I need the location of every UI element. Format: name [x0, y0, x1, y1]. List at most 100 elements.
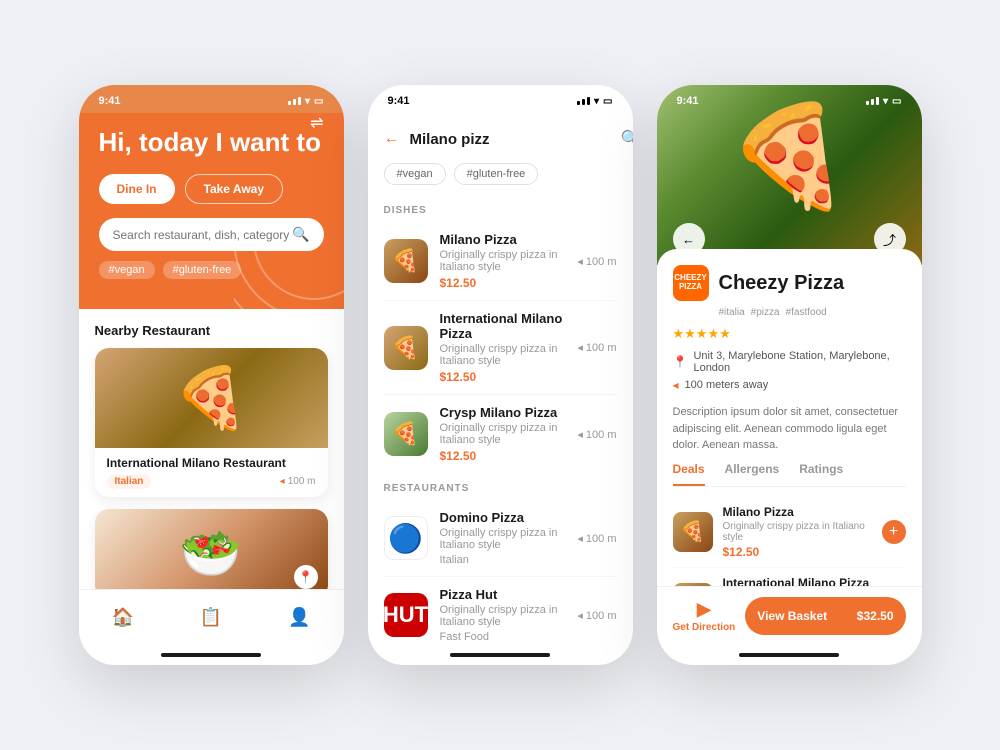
restaurants-header: RESTAURANTS	[368, 473, 633, 500]
nav-home[interactable]: 🏠	[111, 607, 133, 628]
status-icons-1: ▾ ▭	[288, 96, 323, 107]
wifi-icon: ▾	[305, 96, 310, 107]
list-item-dish-2[interactable]: 🍕 International Milano Pizza Originally …	[368, 301, 633, 394]
address-text: Unit 3, Marylebone Station, Marylebone, …	[693, 350, 905, 374]
rest-name-2: Pizza Hut	[440, 587, 566, 602]
tag-vegan[interactable]: #vegan	[99, 261, 155, 279]
status-bar-3: 9:41 ▾ ▭	[657, 85, 922, 113]
restaurant-image-1	[95, 348, 328, 448]
home-bar-2	[450, 653, 550, 657]
profile-icon: 👤	[288, 607, 310, 628]
deal-desc-1: Originally crispy pizza in Italiano styl…	[723, 521, 872, 543]
status-icons-3: ▾ ▭	[866, 96, 901, 107]
brand-logo: CHEEZYPIZZA	[673, 265, 709, 301]
restaurant-distance-1: ◂ 100 m	[280, 476, 316, 487]
deal-name-2: International Milano Pizza	[723, 576, 872, 587]
filter-tag-vegan[interactable]: #vegan	[384, 163, 446, 185]
deal-name-1: Milano Pizza	[723, 505, 872, 519]
signal-icon-2	[577, 97, 590, 105]
status-bar-1: 9:41 ▾ ▭	[79, 85, 344, 113]
tag-row: #vegan #gluten-free	[99, 261, 324, 279]
tab-deals[interactable]: Deals	[673, 462, 705, 486]
direction-arrow-icon: ▶	[697, 599, 711, 620]
back-button[interactable]: ←	[384, 130, 400, 148]
tab-allergens[interactable]: Allergens	[725, 462, 780, 486]
battery-icon: ▭	[314, 96, 323, 107]
phone1-home: 9:41 ▾ ▭ ⇌ Hi, today I want to Dine In T…	[79, 85, 344, 665]
phone1-body: Nearby Restaurant International Milano R…	[79, 309, 344, 589]
dish-info-1: Milano Pizza Originally crispy pizza in …	[440, 232, 566, 290]
location-icon-1: ◂	[280, 476, 285, 487]
wifi-icon-2: ▾	[594, 96, 599, 107]
dish-info-3: Crysp Milano Pizza Originally crispy piz…	[440, 405, 566, 463]
restaurant-brand: CHEEZYPIZZA Cheezy Pizza	[673, 265, 906, 301]
deal-thumb-2: 🍕	[673, 583, 713, 587]
dish-name-2: International Milano Pizza	[440, 311, 566, 341]
address-row: 📍 Unit 3, Marylebone Station, Marylebone…	[673, 350, 906, 374]
signal-icon	[288, 97, 301, 105]
restaurant-tag-1[interactable]: Italian	[107, 474, 152, 489]
search-icon[interactable]: 🔍	[292, 226, 309, 243]
home-bar-1	[161, 653, 261, 657]
phone1-header: ⇌ Hi, today I want to Dine In Take Away …	[79, 113, 344, 309]
dish-distance-2: ◂ 100 m	[577, 341, 616, 354]
back-button-3[interactable]: ←	[673, 223, 705, 255]
deal-item-1: 🍕 Milano Pizza Originally crispy pizza i…	[673, 497, 906, 568]
get-direction-button[interactable]: ▶ Get Direction	[673, 599, 736, 633]
search-nav: ← 🔍 ⇌	[384, 121, 617, 157]
phone1-navbar: 🏠 📋 👤	[79, 589, 344, 645]
dish-price-2: $12.50	[440, 370, 566, 384]
list-item-rest-1[interactable]: 🔵 Domino Pizza Originally crispy pizza i…	[368, 500, 633, 576]
distance-row: ◂ 100 meters away	[673, 378, 906, 392]
home-bar-3	[739, 653, 839, 657]
rest-sub-1: Italian	[440, 554, 566, 566]
location-marker-icon: 📍	[294, 565, 318, 589]
filter-tags: #vegan #gluten-free	[384, 157, 617, 195]
dish-thumb-2: 🍕	[384, 326, 428, 370]
detail-tag-2: #pizza	[751, 307, 780, 318]
detail-tag-3: #fastfood	[786, 307, 827, 318]
home-icon: 🏠	[111, 607, 133, 628]
nav-orders[interactable]: 📋	[200, 607, 222, 628]
search-icon-2[interactable]: 🔍	[621, 129, 633, 149]
search-nav-icons: 🔍 ⇌	[621, 129, 633, 149]
photo-nav-overlay: ← ⤴	[657, 213, 922, 265]
deal-price-1: $12.50	[723, 545, 872, 559]
deal-thumb-1: 🍕	[673, 512, 713, 552]
take-away-button[interactable]: Take Away	[185, 174, 283, 204]
meal-type-buttons: Dine In Take Away	[99, 174, 324, 204]
view-basket-label: View Basket	[757, 609, 827, 623]
distance-text: 100 meters away	[685, 379, 769, 391]
rest-dist-1: ◂ 100 m	[577, 532, 616, 545]
status-bar-2: 9:41 ▾ ▭	[368, 85, 633, 113]
detail-tabs: Deals Allergens Ratings	[673, 462, 906, 487]
search-field[interactable]	[410, 131, 611, 148]
restaurant-image-2: 📍	[95, 509, 328, 589]
rest-info-2: Pizza Hut Originally crispy pizza in Ita…	[440, 587, 566, 643]
phone2-search: 9:41 ▾ ▭ ← 🔍 ⇌ #vegan #gluten-free	[368, 85, 633, 665]
share-button[interactable]: ⤴	[874, 223, 906, 255]
restaurant-description: Description ipsum dolor sit amet, consec…	[673, 404, 906, 454]
list-item-dish-3[interactable]: 🍕 Crysp Milano Pizza Originally crispy p…	[368, 395, 633, 473]
dish-name-3: Crysp Milano Pizza	[440, 405, 566, 420]
home-indicator-1	[79, 645, 344, 665]
restaurant-hero-image: 9:41 ▾ ▭ ← ⤴	[657, 85, 922, 265]
list-item-rest-2[interactable]: HUT Pizza Hut Originally crispy pizza in…	[368, 577, 633, 645]
restaurant-card-2[interactable]: 📍	[95, 509, 328, 589]
dish-distance-1: ◂ 100 m	[577, 255, 616, 268]
view-basket-button[interactable]: View Basket $32.50	[745, 597, 905, 635]
dish-distance-3: ◂ 100 m	[577, 428, 616, 441]
rest-desc-2: Originally crispy pizza in Italiano styl…	[440, 604, 566, 628]
dish-name-1: Milano Pizza	[440, 232, 566, 247]
add-item-button-1[interactable]: +	[882, 520, 906, 544]
tab-ratings[interactable]: Ratings	[799, 462, 843, 486]
phone2-header: ← 🔍 ⇌ #vegan #gluten-free	[368, 113, 633, 195]
restaurant-card-1[interactable]: International Milano Restaurant Italian …	[95, 348, 328, 497]
tag-gluten-free[interactable]: #gluten-free	[163, 261, 242, 279]
dine-in-button[interactable]: Dine In	[99, 174, 175, 204]
get-direction-label: Get Direction	[673, 622, 736, 633]
list-item-dish-1[interactable]: 🍕 Milano Pizza Originally crispy pizza i…	[368, 222, 633, 300]
search-input[interactable]	[113, 228, 293, 242]
filter-tag-gluten[interactable]: #gluten-free	[454, 163, 539, 185]
nav-profile[interactable]: 👤	[288, 607, 310, 628]
